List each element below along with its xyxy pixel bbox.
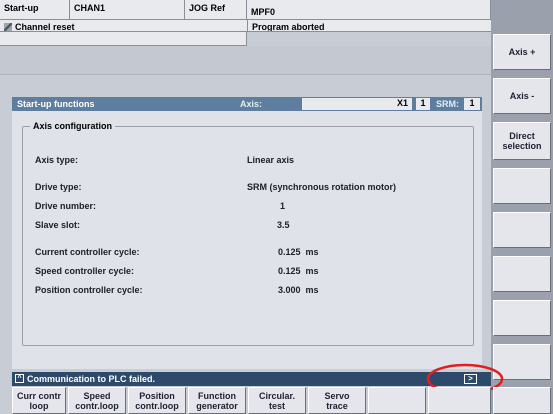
right-softkey-5[interactable] [493,212,551,248]
softkey-line-2: contr.loop [135,400,179,411]
softkey-line-2: test [268,400,285,411]
alarm-line [0,32,247,46]
channel-label: CHAN1 [70,0,185,20]
axis-number-field: 1 [416,98,430,110]
slave-slot-value: 3.5 [277,220,290,230]
bottom-softkey-7[interactable] [368,387,426,414]
program-name: MPF0 [247,0,491,20]
speed-controller-cycle-value: 0.125 ms [278,266,319,276]
panel-title-bar: Start-up functions Axis: X1 1 SRM: 1 [12,97,482,111]
position-contr-loop-button[interactable]: Position contr.loop [128,387,186,414]
slave-slot-label: Slave slot: [35,220,81,230]
channel-reset-icon [4,23,12,31]
area-label: Start-up [0,0,70,20]
axis-minus-button[interactable]: Axis - [493,78,551,114]
axis-label: Axis: [240,99,263,109]
axis-name-field[interactable]: X1 [302,98,412,110]
softkey-line-1: Curr contr [16,390,61,401]
speed-contr-loop-button[interactable]: Speed contr.loop [68,387,126,414]
group-title: Axis configuration [30,121,116,131]
message-text: Communication to PLC failed. [27,374,156,384]
position-controller-cycle-value: 3.000 ms [278,285,319,295]
function-generator-button[interactable]: Function generator [188,387,246,414]
drive-type-label: Drive type: [35,182,82,192]
curr-contr-loop-button[interactable]: Curr contr loop [12,387,66,414]
softkey-line-2: generator [196,400,238,411]
softkey-line-1: Servo [324,390,350,401]
drive-label: SRM: [436,99,459,109]
panel-title: Start-up functions [17,99,95,109]
softkey-line-2: trace [326,400,348,411]
axis-type-label: Axis type: [35,155,79,165]
position-controller-cycle-label: Position controller cycle: [35,285,143,295]
info-line [0,74,491,92]
drive-type-value: SRM (synchronous rotation motor) [247,182,396,192]
softkey-line-1: Position [139,390,175,401]
header-spacer [0,46,491,74]
servo-trace-button[interactable]: Servo trace [308,387,366,414]
circular-test-button[interactable]: Circular. test [248,387,306,414]
drive-number-field: 1 [464,98,480,110]
current-controller-cycle-label: Current controller cycle: [35,247,140,257]
right-softkey-7[interactable] [493,300,551,336]
softkey-line-1: Circular. [258,390,296,401]
mode-label: JOG Ref [185,0,247,20]
softkey-line-1: Speed [83,390,111,401]
drive-number-value: 1 [280,201,286,211]
speed-controller-cycle-label: Speed controller cycle: [35,266,135,276]
current-controller-cycle-value: 0.125 ms [278,247,319,257]
drive-number-label: Drive number: [35,201,97,211]
channel-status: Channel reset [0,20,247,32]
axis-plus-button[interactable]: Axis + [493,34,551,70]
bottom-softkey-9[interactable] [493,387,551,414]
channel-status-text: Channel reset [15,22,75,32]
message-expand-icon[interactable]: ^ [15,374,24,383]
bottom-softkey-8[interactable] [428,387,491,414]
message-bar: ^ Communication to PLC failed. > [12,372,491,386]
right-softkey-4[interactable] [493,168,551,204]
axis-type-value: Linear axis [247,155,295,165]
softkey-line-2: loop [29,400,49,411]
program-status: Program aborted [247,20,491,32]
direct-selection-button[interactable]: Direct selection [493,122,551,160]
softkey-line-1: Function [197,390,236,401]
softkey-line-2: contr.loop [75,400,119,411]
right-softkey-6[interactable] [493,256,551,292]
